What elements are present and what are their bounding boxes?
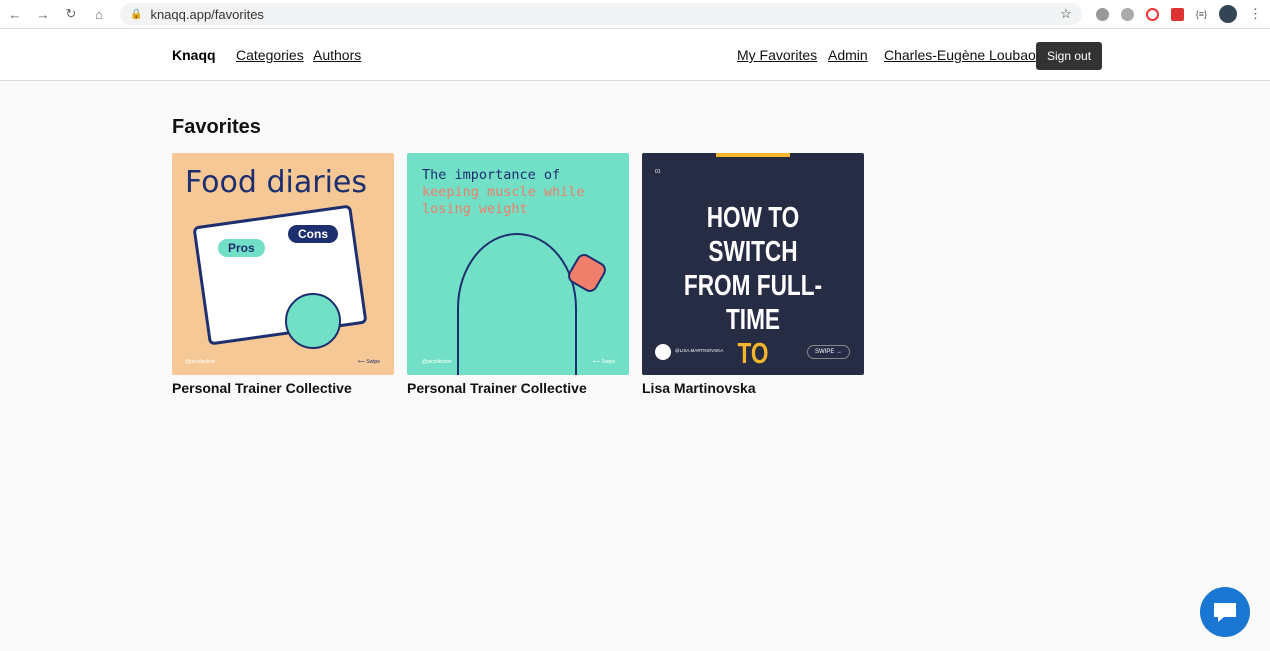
thumb-handle: @LISA.MARTINOVSKA (675, 348, 724, 353)
thumb-swipe: ⟵ Swipe (592, 359, 615, 365)
thumb-title: HOW TO SWITCH (706, 202, 800, 268)
nav-my-favorites[interactable]: My Favorites (737, 47, 817, 63)
thumb-title: keeping muscle while (422, 184, 585, 200)
cons-label: Cons (288, 225, 338, 243)
page-title: Favorites (172, 116, 261, 138)
thumb-swipe: SWIPE → (806, 345, 850, 359)
thumb-title: The importance of (422, 167, 561, 183)
thumb-title: losing weight (422, 201, 528, 217)
card-author[interactable]: Personal Trainer Collective (407, 380, 629, 396)
vue-extension-icon[interactable] (1120, 7, 1134, 21)
brand-logo[interactable]: Knaqq (172, 47, 216, 63)
nav-categories[interactable]: Categories (236, 47, 304, 63)
chat-icon (1214, 603, 1236, 622)
chat-button[interactable] (1200, 587, 1250, 637)
thumb-handle: @ptcollective (185, 359, 215, 365)
notebook-illustration (192, 204, 368, 346)
nav-admin[interactable]: Admin (828, 47, 868, 63)
extension-icon[interactable] (1170, 7, 1184, 21)
url-text: knaqq.app/favorites (150, 6, 264, 22)
apple-illustration (285, 293, 341, 349)
thumb-swipe: ⟵ Swipe (357, 359, 380, 365)
card-author[interactable]: Personal Trainer Collective (172, 380, 394, 396)
browser-toolbar: ← → ↻ ⌂ 🔒 knaqq.app/favorites ☆ {≡} ⋮ (0, 0, 1270, 29)
home-icon[interactable]: ⌂ (92, 7, 106, 22)
reload-icon[interactable]: ↻ (64, 6, 78, 22)
card-thumbnail[interactable]: 01 HOW TO SWITCH FROM FULL-TIME TO FREEL… (642, 153, 864, 375)
forward-icon[interactable]: → (36, 7, 50, 22)
slide-number: 01 (655, 169, 661, 175)
extension-icon[interactable] (1145, 7, 1159, 21)
menu-icon[interactable]: ⋮ (1249, 6, 1262, 22)
card-author[interactable]: Lisa Martinovska (642, 380, 864, 396)
favorite-card[interactable]: The importance of keeping muscle while l… (407, 153, 629, 396)
thumb-handle: @ptcollective (422, 359, 452, 365)
profile-avatar[interactable] (1219, 5, 1237, 23)
lock-icon: 🔒 (130, 8, 143, 20)
thumb-title: FROM FULL-TIME (683, 270, 823, 336)
card-thumbnail[interactable]: Food diaries Pros Cons @ptcollective ⟵ S… (172, 153, 394, 375)
thumb-title: Food diaries (185, 165, 367, 200)
json-extension-icon[interactable]: {≡} (1196, 9, 1207, 19)
favorite-card[interactable]: Food diaries Pros Cons @ptcollective ⟵ S… (172, 153, 394, 396)
card-thumbnail[interactable]: The importance of keeping muscle while l… (407, 153, 629, 375)
nav-user[interactable]: Charles-Eugène Loubao (884, 47, 1036, 63)
pros-label: Pros (218, 239, 265, 257)
author-avatar (655, 344, 671, 360)
sign-out-button[interactable]: Sign out (1036, 42, 1103, 70)
site-navbar: Knaqq Categories Authors My Favorites Ad… (0, 29, 1270, 81)
star-icon[interactable]: ☆ (1060, 6, 1072, 22)
back-icon[interactable]: ← (8, 7, 22, 22)
skype-extension-icon[interactable] (1095, 7, 1109, 21)
favorite-card[interactable]: 01 HOW TO SWITCH FROM FULL-TIME TO FREEL… (642, 153, 864, 396)
nav-authors[interactable]: Authors (313, 47, 361, 63)
accent-bar (716, 153, 790, 157)
man-illustration (457, 233, 577, 375)
address-bar[interactable]: 🔒 knaqq.app/favorites ☆ (120, 3, 1082, 25)
